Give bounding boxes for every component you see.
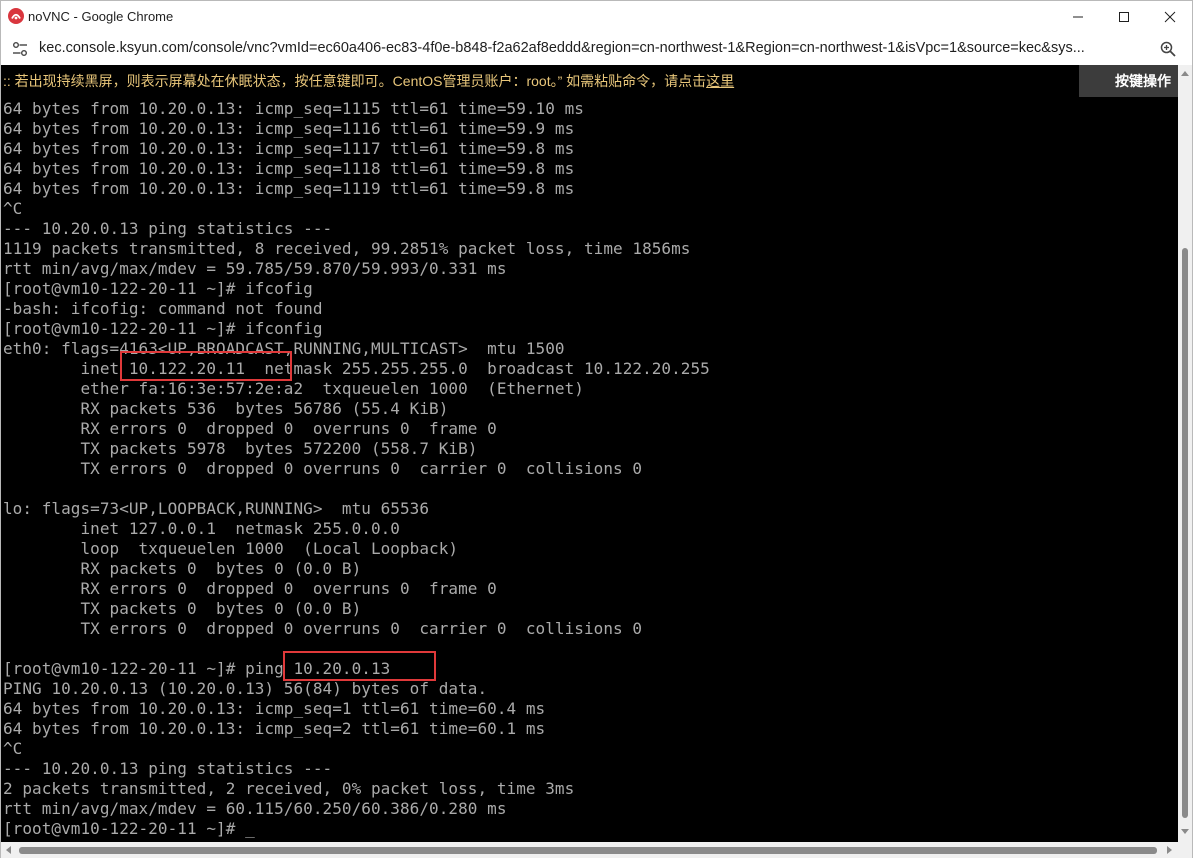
scroll-right-arrow-icon[interactable] — [1167, 846, 1172, 854]
terminal-line: 64 bytes from 10.20.0.13: icmp_seq=2 ttl… — [3, 719, 546, 738]
key-operations-button[interactable]: 按键操作 — [1079, 65, 1178, 97]
terminal-line: 2 packets transmitted, 2 received, 0% pa… — [3, 779, 575, 798]
scroll-down-arrow-icon[interactable] — [1181, 829, 1189, 834]
paste-command-link[interactable]: 这里 — [706, 73, 734, 89]
horizontal-scrollbar[interactable] — [1, 842, 1192, 858]
terminal-line: 64 bytes from 10.20.0.13: icmp_seq=1116 … — [3, 119, 575, 138]
terminal-line: 64 bytes from 10.20.0.13: icmp_seq=1 ttl… — [3, 699, 546, 718]
terminal-line: TX packets 0 bytes 0 (0.0 B) — [3, 599, 362, 618]
title-bar: noVNC - Google Chrome — [1, 1, 1192, 32]
terminal-screen[interactable]: [root@vm10-122-20-11 ~]# _ rtt min/avg/ma… — [1, 97, 1178, 842]
terminal-line: inet 10.122.20.11 netmask 255.255.255.0 … — [3, 359, 710, 378]
scroll-left-arrow-icon[interactable] — [6, 846, 11, 854]
terminal-line: lo: flags=73<UP,LOOPBACK,RUNNING> mtu 65… — [3, 499, 430, 518]
terminal-line: RX packets 536 bytes 56786 (55.4 KiB) — [3, 399, 449, 418]
novnc-app-icon — [8, 8, 24, 24]
terminal-line: --- 10.20.0.13 ping statistics --- — [3, 759, 333, 778]
vertical-scroll-thumb[interactable] — [1182, 248, 1188, 818]
terminal-line: RX packets 0 bytes 0 (0.0 B) — [3, 559, 362, 578]
terminal-line: TX errors 0 dropped 0 overruns 0 carrier… — [3, 459, 643, 478]
chrome-window: noVNC - Google Chrome kec.console.ksyun.… — [0, 0, 1193, 858]
scroll-up-arrow-icon[interactable] — [1181, 71, 1189, 76]
vertical-scrollbar[interactable] — [1178, 65, 1192, 842]
terminal-line: 1119 packets transmitted, 8 received, 99… — [3, 239, 691, 258]
terminal-line: --- 10.20.0.13 ping statistics --- — [3, 219, 333, 238]
url-field[interactable]: kec.console.ksyun.com/console/vnc?vmId=e… — [39, 40, 1129, 56]
maximize-icon — [1119, 11, 1129, 22]
inet-address-highlight — [120, 351, 292, 381]
terminal-line: TX errors 0 dropped 0 overruns 0 carrier… — [3, 619, 643, 638]
terminal-line: [root@vm10-122-20-11 ~]# ifcofig — [3, 279, 313, 298]
terminal-line: [root@vm10-122-20-11 ~]# _ — [3, 819, 255, 838]
terminal-line: inet 127.0.0.1 netmask 255.0.0.0 — [3, 519, 400, 538]
close-button[interactable] — [1147, 1, 1193, 32]
terminal-line: 64 bytes from 10.20.0.13: icmp_seq=1118 … — [3, 159, 575, 178]
terminal-line: ^C — [3, 739, 23, 758]
terminal-line: rtt min/avg/max/mdev = 60.115/60.250/60.… — [3, 799, 507, 818]
terminal-line: loop txqueuelen 1000 (Local Loopback) — [3, 539, 459, 558]
terminal-line: PING 10.20.0.13 (10.20.0.13) 56(84) byte… — [3, 679, 488, 698]
terminal-line: ether fa:16:3e:57:2e:a2 txqueuelen 1000 … — [3, 379, 584, 398]
terminal-line: 64 bytes from 10.20.0.13: icmp_seq=1117 … — [3, 139, 575, 158]
window-title: noVNC - Google Chrome — [28, 9, 174, 24]
terminal-line: rtt min/avg/max/mdev = 59.785/59.870/59.… — [3, 259, 507, 278]
vnc-notice-bar: :: 若出现持续黑屏，则表示屏幕处在休眠状态，按任意键即可。CentOS管理员账… — [1, 65, 1079, 97]
terminal-line: [root@vm10-122-20-11 ~]# ifconfig — [3, 319, 323, 338]
zoom-icon[interactable] — [1159, 40, 1177, 58]
terminal-line: RX errors 0 dropped 0 overruns 0 frame 0 — [3, 419, 497, 438]
terminal-line: TX packets 5978 bytes 572200 (558.7 KiB) — [3, 439, 478, 458]
minimize-icon — [1073, 16, 1083, 17]
site-info-icon[interactable] — [11, 40, 29, 58]
vnc-viewport[interactable]: :: 若出现持续黑屏，则表示屏幕处在休眠状态，按任意键即可。CentOS管理员账… — [1, 65, 1192, 858]
ping-target-highlight — [283, 651, 436, 681]
close-icon — [1164, 11, 1176, 22]
terminal-line: 64 bytes from 10.20.0.13: icmp_seq=1119 … — [3, 179, 575, 198]
horizontal-scroll-thumb[interactable] — [19, 847, 1157, 854]
terminal-line: 64 bytes from 10.20.0.13: icmp_seq=1115 … — [3, 99, 584, 118]
terminal-line: RX errors 0 dropped 0 overruns 0 frame 0 — [3, 579, 497, 598]
maximize-button[interactable] — [1101, 1, 1147, 32]
notice-text: :: 若出现持续黑屏，则表示屏幕处在休眠状态，按任意键即可。CentOS管理员账… — [3, 73, 707, 89]
minimize-button[interactable] — [1055, 1, 1101, 32]
address-bar: kec.console.ksyun.com/console/vnc?vmId=e… — [1, 32, 1192, 65]
terminal-line: -bash: ifcofig: command not found — [3, 299, 323, 318]
terminal-line: ^C — [3, 199, 23, 218]
